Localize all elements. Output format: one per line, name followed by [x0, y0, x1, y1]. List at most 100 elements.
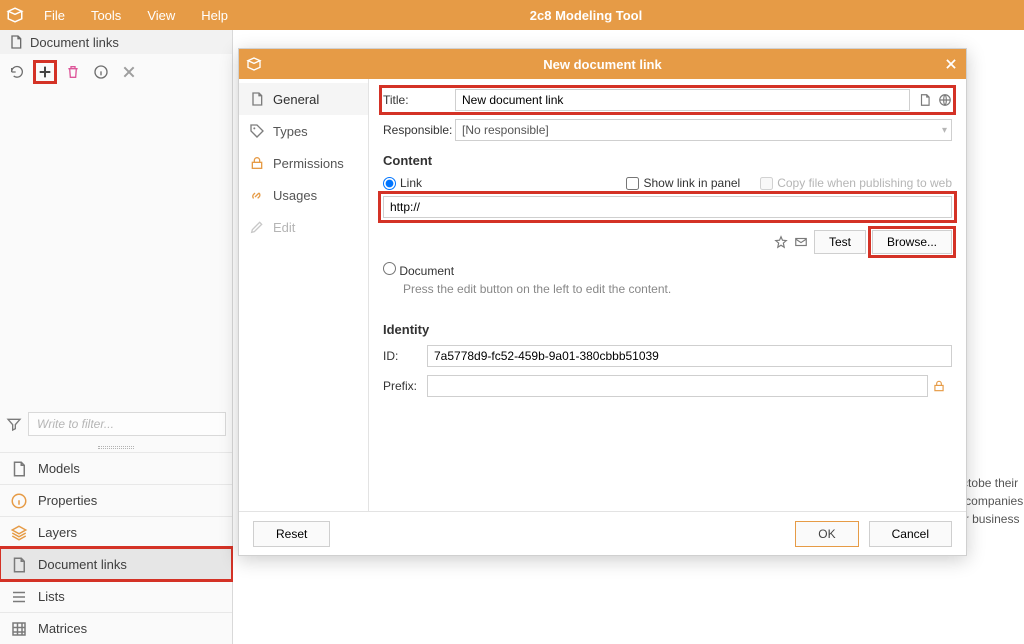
identity-header: Identity	[383, 322, 952, 337]
document-icon	[249, 91, 267, 107]
tab-edit: Edit	[239, 211, 368, 243]
close-icon[interactable]	[118, 61, 140, 83]
link-radio[interactable]: Link	[383, 176, 422, 190]
document-icon	[8, 34, 24, 50]
favorite-icon[interactable]	[774, 235, 788, 249]
url-input[interactable]	[383, 196, 952, 218]
menu-tools[interactable]: Tools	[81, 4, 131, 27]
menu-file[interactable]: File	[34, 4, 75, 27]
responsible-label: Responsible:	[383, 123, 455, 137]
new-doc-icon[interactable]	[918, 93, 932, 107]
mail-icon[interactable]	[794, 235, 808, 249]
app-title: 2c8 Modeling Tool	[238, 8, 934, 23]
title-label: Title:	[383, 93, 455, 107]
delete-icon[interactable]	[62, 61, 84, 83]
url-row	[383, 196, 952, 218]
show-in-panel-input[interactable]	[626, 177, 639, 190]
info-icon	[10, 492, 30, 510]
nav-label: Layers	[38, 525, 77, 540]
tab-types[interactable]: Types	[239, 115, 368, 147]
copy-file-input	[760, 177, 773, 190]
responsible-select[interactable]: [No responsible]	[455, 119, 952, 141]
title-row: Title:	[383, 89, 952, 111]
responsible-value: [No responsible]	[462, 123, 549, 137]
test-button[interactable]: Test	[814, 230, 866, 254]
document-icon	[10, 460, 30, 478]
app-logo-icon	[0, 0, 30, 30]
filter-input[interactable]	[28, 412, 226, 436]
link-radio-label: Link	[400, 176, 422, 190]
id-label: ID:	[383, 349, 427, 363]
link-icon	[249, 187, 267, 203]
left-toolbar	[0, 54, 232, 90]
nav-matrices[interactable]: Matrices	[0, 612, 232, 644]
filter-icon[interactable]	[6, 416, 22, 432]
tab-label: Edit	[273, 220, 295, 235]
document-radio-label: Document	[399, 264, 454, 278]
nav-document-links[interactable]: Document links	[0, 548, 232, 580]
left-nav: Models Properties Layers Document links …	[0, 452, 232, 644]
content-header: Content	[383, 153, 952, 168]
id-input	[427, 345, 952, 367]
list-icon	[10, 588, 30, 606]
panel-resize-handle[interactable]	[0, 442, 232, 452]
refresh-icon[interactable]	[6, 61, 28, 83]
tab-label: Usages	[273, 188, 317, 203]
tab-usages[interactable]: Usages	[239, 179, 368, 211]
link-radio-input[interactable]	[383, 177, 396, 190]
nav-label: Matrices	[38, 621, 87, 636]
tab-label: General	[273, 92, 319, 107]
dialog-footer: Reset OK Cancel	[239, 511, 966, 555]
browse-button[interactable]: Browse...	[872, 230, 952, 254]
document-radio-input[interactable]	[383, 262, 396, 275]
dialog-content: Title: Responsible: [No responsible] Con…	[369, 79, 966, 511]
nav-lists[interactable]: Lists	[0, 580, 232, 612]
nav-label: Document links	[38, 557, 127, 572]
dialog-title: New document link	[269, 57, 936, 72]
prefix-row: Prefix:	[383, 375, 952, 397]
left-panel-title: Document links	[30, 35, 119, 50]
nav-label: Models	[38, 461, 80, 476]
tab-general[interactable]: General	[239, 83, 368, 115]
lock-icon	[249, 155, 267, 171]
nav-layers[interactable]: Layers	[0, 516, 232, 548]
left-panel: Document links Models Properties	[0, 30, 233, 644]
ok-button[interactable]: OK	[795, 521, 858, 547]
layers-icon	[10, 524, 30, 542]
info-icon[interactable]	[90, 61, 112, 83]
menubar: File Tools View Help 2c8 Modeling Tool	[0, 0, 1024, 30]
tab-label: Permissions	[273, 156, 344, 171]
globe-icon[interactable]	[938, 93, 952, 107]
prefix-input[interactable]	[427, 375, 928, 397]
nav-properties[interactable]: Properties	[0, 484, 232, 516]
cancel-button[interactable]: Cancel	[869, 521, 952, 547]
document-icon	[10, 556, 30, 574]
nav-label: Properties	[38, 493, 97, 508]
add-button[interactable]	[34, 61, 56, 83]
id-row: ID:	[383, 345, 952, 367]
nav-models[interactable]: Models	[0, 452, 232, 484]
tab-permissions[interactable]: Permissions	[239, 147, 368, 179]
tab-label: Types	[273, 124, 308, 139]
menu-view[interactable]: View	[137, 4, 185, 27]
dialog-close-button[interactable]	[936, 57, 966, 71]
show-in-panel-checkbox[interactable]: Show link in panel	[626, 176, 740, 190]
dialog-sidebar: General Types Permissions Usages Edit	[239, 79, 369, 511]
link-option-row: Link Show link in panel Copy file when p…	[383, 176, 952, 190]
document-radio[interactable]: Document	[383, 264, 454, 278]
link-actions: Test Browse...	[383, 230, 952, 254]
copy-file-checkbox: Copy file when publishing to web	[760, 176, 952, 190]
prefix-label: Prefix:	[383, 379, 427, 393]
menu-help[interactable]: Help	[191, 4, 238, 27]
responsible-row: Responsible: [No responsible]	[383, 119, 952, 141]
nav-label: Lists	[38, 589, 65, 604]
grid-icon	[10, 620, 30, 638]
lock-icon[interactable]	[932, 379, 952, 393]
show-in-panel-label: Show link in panel	[643, 176, 740, 190]
title-input[interactable]	[455, 89, 910, 111]
copy-file-label: Copy file when publishing to web	[777, 176, 952, 190]
reset-button[interactable]: Reset	[253, 521, 330, 547]
filter-row	[0, 406, 232, 442]
dialog-titlebar: New document link	[239, 49, 966, 79]
dialog-logo-icon	[239, 56, 269, 72]
